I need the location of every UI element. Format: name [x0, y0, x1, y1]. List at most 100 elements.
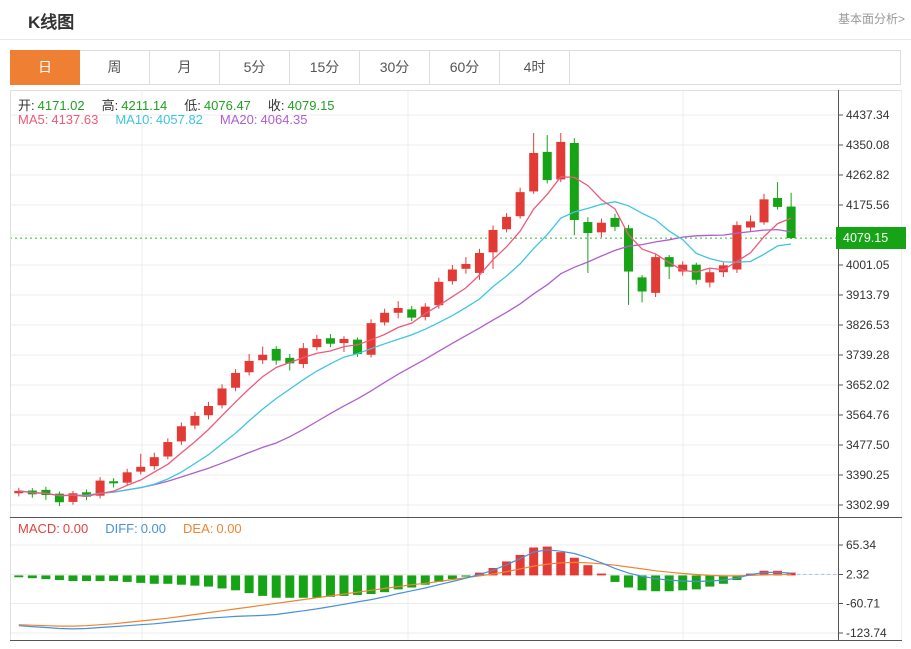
- macd-histogram-bar: [272, 575, 281, 597]
- candle-body: [570, 143, 579, 220]
- legend-close: 收:4079.15: [268, 98, 338, 113]
- macd-histogram-bar: [556, 552, 565, 575]
- ma-legend: MA5:4137.63 MA10:4057.82 MA20:4064.35: [18, 112, 325, 127]
- candle-body: [489, 230, 498, 252]
- candle-body: [231, 373, 240, 388]
- macd-histogram-bar: [231, 575, 240, 590]
- legend-ma20: MA20:4064.35: [220, 112, 311, 127]
- candle-body: [326, 338, 335, 344]
- legend-diff-label: DIFF:: [105, 521, 138, 536]
- macd-histogram-bar: [380, 575, 389, 592]
- candle-body: [610, 218, 619, 227]
- macd-histogram-bar: [610, 575, 619, 582]
- diff-line: [19, 550, 791, 629]
- macd-histogram-bar: [14, 575, 23, 577]
- macd-histogram-bar: [55, 575, 64, 580]
- candle-body: [448, 269, 457, 281]
- candle-body: [461, 264, 470, 269]
- macd-histogram-bar: [258, 575, 267, 595]
- macd-histogram-bar: [339, 575, 348, 595]
- candle-body: [760, 199, 769, 222]
- candle-body: [394, 308, 403, 313]
- legend-macd-label: MACD:: [18, 521, 60, 536]
- candle-body: [190, 416, 199, 426]
- legend-ma10-value: 4057.82: [156, 112, 203, 127]
- legend-diff-value: 0.00: [141, 521, 166, 536]
- main-axis-label: 4001.05: [846, 258, 890, 272]
- main-axis-label: 3477.50: [846, 438, 890, 452]
- candle-body: [597, 223, 606, 233]
- candle-body: [177, 426, 186, 441]
- candle-body: [109, 481, 118, 483]
- main-axis-label: 4437.34: [846, 108, 890, 122]
- macd-histogram-bar: [41, 575, 50, 579]
- ma10-line: [19, 202, 791, 496]
- legend-low-value: 4076.47: [204, 98, 251, 113]
- candle-body: [543, 152, 552, 180]
- kline-app: K线图 基本面分析> 日周月5分15分30分60分4时 4437.344350.…: [0, 0, 911, 649]
- legend-macd-value: 0.00: [63, 521, 88, 536]
- candle-body: [475, 253, 484, 273]
- main-axis-label: 3652.02: [846, 378, 890, 392]
- macd-histogram-bar: [461, 575, 470, 576]
- candle-body: [502, 217, 511, 229]
- current-price-badge: 4079.15: [836, 227, 906, 249]
- candle-body: [204, 406, 213, 415]
- macd-histogram-bar: [583, 565, 592, 575]
- legend-dea: DEA:0.00: [183, 521, 245, 536]
- candle-body: [218, 388, 227, 405]
- legend-high: 高:4211.14: [102, 98, 171, 113]
- candle-body: [638, 277, 647, 291]
- macd-histogram-bar: [285, 575, 294, 597]
- ma20-line: [19, 230, 791, 496]
- main-axis-label: 4350.08: [846, 138, 890, 152]
- main-axis-label: 3564.76: [846, 408, 890, 422]
- macd-histogram-bar: [326, 575, 335, 596]
- main-axis-label: 4262.82: [846, 168, 890, 182]
- main-axis-label: 4175.56: [846, 198, 890, 212]
- dea-line: [19, 562, 791, 626]
- candle-body: [516, 192, 525, 216]
- macd-histogram-bar: [299, 575, 308, 597]
- macd-histogram-bar: [82, 575, 91, 581]
- candle-body: [258, 355, 267, 361]
- main-axis-label: 3390.25: [846, 468, 890, 482]
- legend-high-value: 4211.14: [121, 98, 167, 113]
- macd-histogram-bar: [204, 575, 213, 586]
- candle-body: [150, 457, 159, 466]
- macd-legend: MACD:0.00DIFF:0.00DEA:0.00: [18, 521, 259, 536]
- legend-macd: MACD:0.00: [18, 521, 91, 536]
- macd-axis-label: 65.34: [846, 538, 876, 552]
- macd-histogram-bar: [570, 558, 579, 576]
- macd-histogram-bar: [163, 575, 172, 583]
- macd-histogram-bar: [312, 575, 321, 597]
- legend-ma5-value: 4137.63: [51, 112, 98, 127]
- legend-open-label: 开:: [18, 98, 35, 113]
- macd-histogram-bar: [638, 575, 647, 590]
- macd-histogram-bar: [624, 575, 633, 587]
- candle-body: [407, 309, 416, 317]
- legend-ma10: MA10:4057.82: [115, 112, 206, 127]
- legend-dea-label: DEA:: [183, 521, 213, 536]
- main-axis-label: 3739.28: [846, 348, 890, 362]
- candle-body: [339, 339, 348, 343]
- legend-dea-value: 0.00: [216, 521, 241, 536]
- macd-histogram-bar: [28, 575, 37, 578]
- candle-body: [583, 222, 592, 233]
- macd-histogram-bar: [96, 575, 105, 581]
- legend-ma20-label: MA20:: [220, 112, 258, 127]
- macd-axis-label: -123.74: [846, 626, 887, 640]
- candle-body: [787, 207, 796, 239]
- candle-body: [163, 442, 172, 456]
- macd-histogram-bar: [150, 575, 159, 583]
- candle-body: [136, 467, 145, 472]
- candle-body: [773, 198, 782, 207]
- candle-body: [651, 257, 660, 293]
- legend-ma5-label: MA5:: [18, 112, 48, 127]
- macd-histogram-bar: [136, 575, 145, 582]
- macd-histogram-bar: [190, 575, 199, 585]
- macd-histogram-bar: [665, 575, 674, 591]
- macd-axis-label: -60.71: [846, 597, 880, 611]
- macd-histogram-bar: [218, 575, 227, 588]
- macd-histogram-bar: [123, 575, 132, 582]
